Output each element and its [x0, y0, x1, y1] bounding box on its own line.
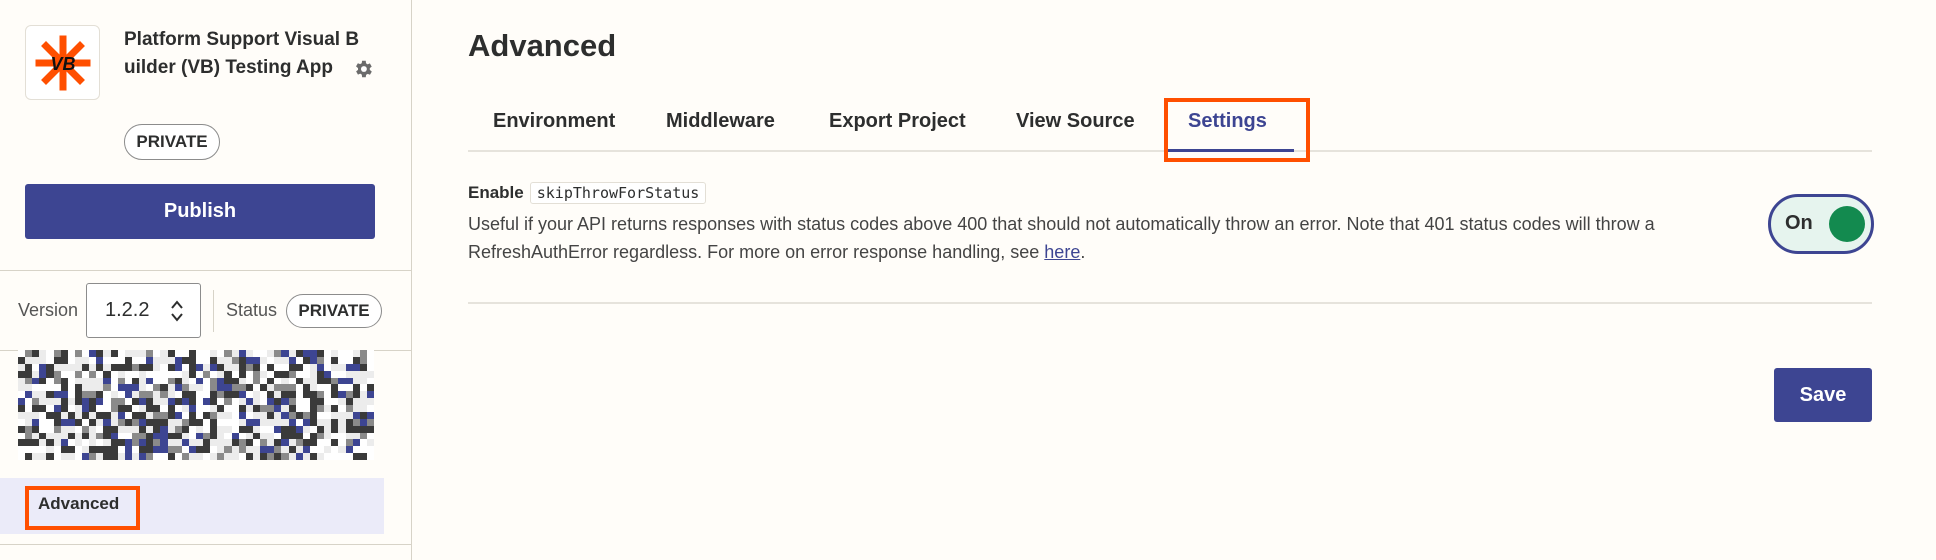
- setting-title: Enable skipThrowForStatus: [468, 182, 1872, 204]
- tab-export-project[interactable]: Export Project: [829, 110, 966, 133]
- publish-button[interactable]: Publish: [25, 184, 375, 239]
- sidebar: VB Platform Support Visual Builder (VB) …: [0, 0, 412, 560]
- save-button[interactable]: Save: [1774, 368, 1872, 422]
- app-logo-icon: VB: [25, 25, 100, 100]
- privacy-badge: PRIVATE: [124, 124, 220, 160]
- highlight-box: [25, 486, 140, 530]
- status-badge: PRIVATE: [286, 294, 382, 328]
- enable-label: Enable: [468, 183, 524, 202]
- page-title: Advanced: [468, 28, 617, 63]
- up-down-chevron-icon: [170, 298, 184, 330]
- svg-text:VB: VB: [50, 54, 75, 74]
- tab-view-source[interactable]: View Source: [1016, 110, 1135, 133]
- description-line2: RefreshAuthError regardless. For more on…: [468, 242, 1040, 262]
- app-title: Platform Support Visual Builder (VB) Tes…: [124, 29, 360, 78]
- highlight-box: [1164, 98, 1310, 162]
- toggle-knob: [1829, 206, 1865, 242]
- enable-toggle[interactable]: On: [1768, 194, 1874, 254]
- divider: [0, 270, 412, 271]
- description-period: .: [1080, 242, 1086, 262]
- tab-middleware[interactable]: Middleware: [666, 110, 775, 133]
- version-label: Version: [18, 300, 79, 320]
- setting-row: Enable skipThrowForStatus Useful if your…: [468, 182, 1872, 266]
- setting-description: Useful if your API returns responses wit…: [468, 210, 1728, 266]
- settings-gear-icon[interactable]: [350, 56, 376, 82]
- version-value: 1.2.2: [105, 299, 150, 321]
- toggle-label: On: [1785, 212, 1813, 234]
- redacted-content: [18, 350, 374, 460]
- version-select[interactable]: 1.2.2: [86, 283, 201, 338]
- description-line1: Useful if your API returns responses wit…: [468, 214, 1655, 234]
- help-link[interactable]: here: [1044, 242, 1080, 262]
- divider: [468, 302, 1872, 304]
- divider: [213, 290, 214, 332]
- tab-environment[interactable]: Environment: [493, 110, 615, 133]
- divider: [0, 544, 412, 545]
- setting-code: skipThrowForStatus: [529, 182, 707, 204]
- status-label: Status: [226, 300, 278, 320]
